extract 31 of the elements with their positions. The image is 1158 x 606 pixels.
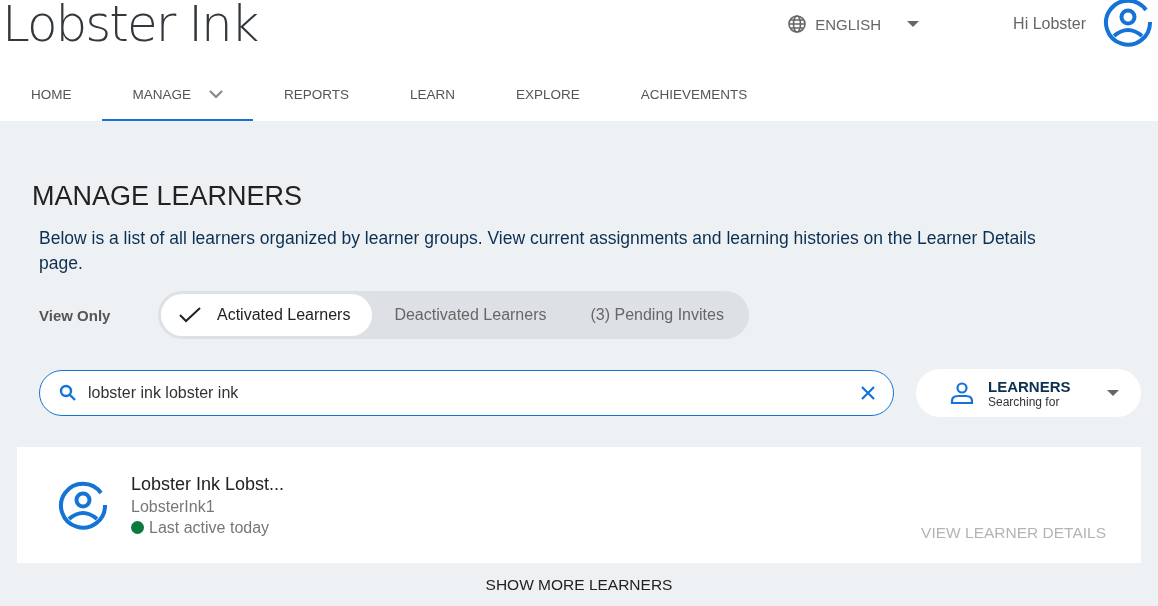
search-icon	[59, 384, 77, 402]
caret-icon	[1107, 390, 1119, 396]
page-title: MANAGE LEARNERS	[32, 181, 304, 212]
user-avatar-icon	[1102, 0, 1154, 48]
learner-username: LobsterInk1	[131, 497, 216, 516]
clear-icon[interactable]	[861, 386, 875, 400]
check-icon	[179, 307, 201, 323]
learner-name: Lobster Ink Lobst...	[131, 473, 285, 495]
search-type-dropdown[interactable]: LEARNERS Searching for	[916, 369, 1141, 417]
person-icon	[950, 382, 974, 404]
logo: Lobster Ink	[2, 0, 258, 53]
nav-tab[interactable]: LEARN	[379, 70, 486, 121]
globe-icon	[787, 14, 808, 34]
nav-tab[interactable]: EXPLORE	[485, 70, 610, 121]
language-selector[interactable]: ENGLISH	[781, 13, 926, 35]
nav-tab[interactable]: MANAGE	[101, 70, 253, 121]
chevron-down-icon	[209, 90, 223, 99]
show-more-button[interactable]: SHOW MORE LEARNERS	[479, 575, 679, 595]
nav-tab[interactable]: ACHIEVEMENTS	[609, 70, 778, 121]
filter-option[interactable]: (3) Pending Invites	[568, 294, 746, 336]
filter-label: View Only	[39, 306, 112, 324]
page-description: Below is a list of all learners organized by learner groups. View current assignments and learning histories on the Learner Details page.	[39, 227, 1037, 275]
search-field[interactable]: lobster ink lobster ink	[39, 370, 894, 416]
learner-avatar-icon	[57, 479, 109, 531]
caret-icon	[907, 21, 920, 27]
status-text: Last active today	[149, 518, 270, 537]
greeting: Hi Lobster	[1013, 15, 1086, 33]
filter-option[interactable]: Activated Learners	[161, 294, 373, 336]
nav-tab[interactable]: REPORTS	[253, 70, 380, 121]
nav-tab[interactable]: HOME	[0, 70, 102, 121]
filter-option[interactable]: Deactivated Learners	[372, 294, 569, 336]
